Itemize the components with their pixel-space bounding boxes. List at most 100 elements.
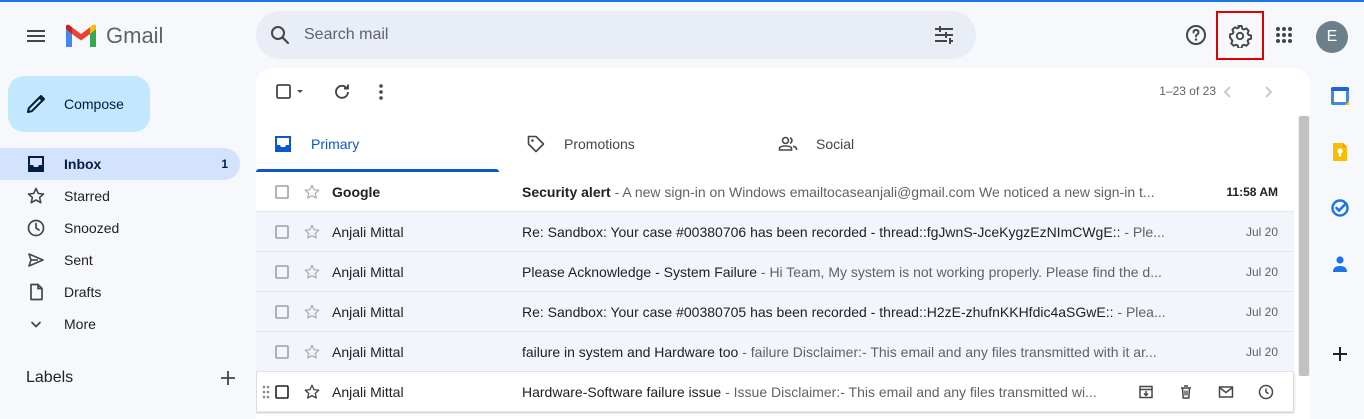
email-sender: Anjali Mittal	[332, 383, 404, 400]
tab-primary[interactable]: Primary	[256, 116, 499, 172]
email-sender: Anjali Mittal	[332, 223, 404, 240]
search-bar[interactable]	[256, 11, 976, 59]
inbox-unread-count: 1	[221, 157, 228, 171]
drag-handle-icon[interactable]	[260, 382, 272, 402]
email-subject: Re: Sandbox: Your case #00380705 has bee…	[522, 303, 1114, 320]
mark-as-read-icon[interactable]	[1206, 372, 1246, 412]
star-icon	[26, 186, 46, 206]
search-options-icon[interactable]	[920, 11, 968, 59]
snooze-icon[interactable]	[1246, 372, 1286, 412]
draft-icon	[26, 282, 46, 302]
email-row[interactable]: Anjali Mittal Re: Sandbox: Your case #00…	[256, 292, 1294, 332]
email-sender: Anjali Mittal	[332, 303, 404, 320]
get-addons-plus-icon[interactable]	[1320, 334, 1360, 374]
email-sender: Anjali Mittal	[332, 263, 404, 280]
email-content: Re: Sandbox: Your case #00380705 has bee…	[522, 304, 1177, 320]
side-panel	[1316, 68, 1364, 419]
sidebar-item-more[interactable]: More	[0, 308, 240, 340]
inbox-icon	[273, 134, 293, 154]
row-checkbox[interactable]	[272, 222, 292, 242]
email-subject: Hardware-Software failure issue	[522, 383, 722, 400]
row-checkbox[interactable]	[272, 302, 292, 322]
search-input[interactable]	[304, 26, 920, 44]
email-date: Jul 20	[1245, 304, 1278, 319]
calendar-icon[interactable]	[1320, 76, 1360, 116]
sidebar-item-starred[interactable]: Starred	[0, 180, 240, 212]
row-checkbox[interactable]	[272, 182, 292, 202]
gear-icon	[1229, 24, 1252, 48]
email-content: failure in system and Hardware too - fai…	[522, 344, 1177, 360]
pencil-icon	[8, 76, 64, 132]
sidebar-item-inbox[interactable]: Inbox 1	[0, 148, 240, 180]
email-row-hovered[interactable]: Anjali Mittal Hardware-Software failure …	[256, 372, 1294, 412]
email-list: Google Security alert - A new sign-in on…	[256, 172, 1294, 412]
star-icon[interactable]	[302, 222, 322, 242]
tab-promotions[interactable]: Promotions	[509, 116, 752, 172]
email-row[interactable]: Google Security alert - A new sign-in on…	[256, 172, 1294, 212]
account-avatar[interactable]: E	[1316, 21, 1348, 53]
people-icon	[778, 134, 798, 154]
plus-icon[interactable]	[216, 366, 240, 390]
header: Gmail E	[0, 2, 1364, 68]
sidebar-item-drafts[interactable]: Drafts	[0, 276, 240, 308]
labels-heading: Labels	[26, 369, 74, 386]
sidebar-item-snoozed[interactable]: Snoozed	[0, 212, 240, 244]
star-icon[interactable]	[302, 342, 322, 362]
email-row[interactable]: Anjali Mittal failure in system and Hard…	[256, 332, 1294, 372]
star-icon[interactable]	[302, 182, 322, 202]
row-checkbox[interactable]	[272, 342, 292, 362]
contacts-icon[interactable]	[1320, 244, 1360, 284]
inbox-tabs: Primary Promotions Social	[256, 116, 1294, 172]
refresh-button[interactable]	[326, 76, 358, 108]
apps-grid-icon	[1276, 27, 1292, 43]
tab-social[interactable]: Social	[761, 116, 1004, 172]
kebab-menu-icon	[379, 84, 383, 100]
hamburger-menu-icon	[27, 30, 45, 42]
gmail-logo[interactable]: Gmail	[64, 20, 163, 52]
gmail-m-icon	[66, 24, 96, 47]
search-icon[interactable]	[256, 11, 304, 59]
compose-button[interactable]: Compose	[8, 76, 150, 132]
app-title: Gmail	[106, 23, 164, 48]
refresh-icon	[335, 84, 349, 99]
compose-label: Compose	[64, 96, 124, 112]
next-page-button[interactable]	[1254, 80, 1282, 104]
chevron-right-icon	[1265, 86, 1273, 98]
archive-icon[interactable]	[1126, 372, 1166, 412]
email-date: Jul 20	[1245, 264, 1278, 279]
tag-icon	[526, 134, 546, 154]
tasks-icon[interactable]	[1320, 188, 1360, 228]
pagination-text: 1–23 of 23	[1159, 84, 1216, 98]
previous-page-button[interactable]	[1214, 80, 1242, 104]
email-row[interactable]: Anjali Mittal Re: Sandbox: Your case #00…	[256, 212, 1294, 252]
email-row[interactable]: Anjali Mittal Please Acknowledge - Syste…	[256, 252, 1294, 292]
row-checkbox[interactable]	[272, 262, 292, 282]
email-date: Jul 20	[1245, 344, 1278, 359]
sidebar-item-sent[interactable]: Sent	[0, 244, 240, 276]
keep-icon[interactable]	[1320, 132, 1360, 172]
row-checkbox[interactable]	[272, 382, 292, 402]
chevron-left-icon	[1223, 86, 1231, 98]
select-all-checkbox[interactable]	[268, 76, 308, 108]
email-snippet: - A new sign-in on Windows emailtocasean…	[610, 183, 1155, 200]
help-button[interactable]	[1176, 15, 1216, 55]
star-icon[interactable]	[302, 302, 322, 322]
settings-button[interactable]	[1216, 11, 1264, 60]
email-snippet: - Issue Disclaimer:- This email and any …	[721, 383, 1097, 400]
email-subject: Re: Sandbox: Your case #00380706 has bee…	[522, 223, 1121, 240]
email-subject: Please Acknowledge - System Failure	[522, 263, 757, 280]
email-snippet: - Ple...	[1120, 223, 1165, 240]
main-menu-button[interactable]	[16, 16, 56, 56]
scrollbar-thumb[interactable]	[1299, 116, 1309, 376]
star-icon[interactable]	[302, 382, 322, 402]
mail-toolbar: 1–23 of 23	[256, 68, 1310, 116]
email-date: 11:58 AM	[1226, 184, 1278, 199]
google-apps-button[interactable]	[1264, 15, 1304, 55]
email-sender: Google	[332, 183, 381, 200]
delete-icon[interactable]	[1166, 372, 1206, 412]
email-sender: Anjali Mittal	[332, 343, 404, 360]
email-content: Security alert - A new sign-in on Window…	[522, 184, 1177, 200]
mail-list-panel: 1–23 of 23 Primary Promotions Social Goo…	[256, 68, 1310, 419]
more-options-button[interactable]	[365, 76, 397, 108]
star-icon[interactable]	[302, 262, 322, 282]
